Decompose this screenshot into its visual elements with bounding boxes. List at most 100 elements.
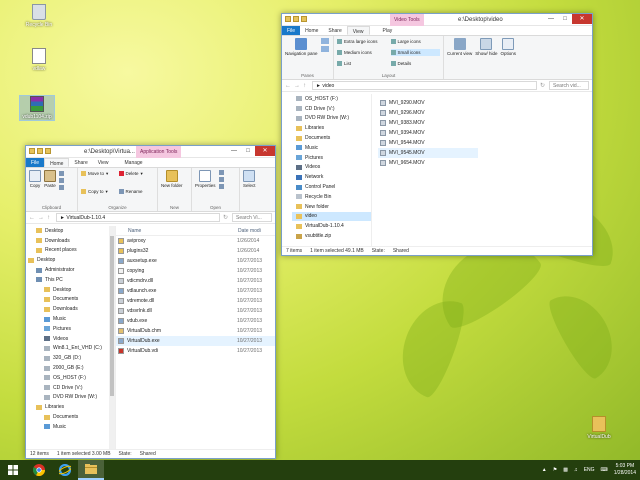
file-row[interactable]: MVI_9544.MOV (378, 138, 478, 148)
copy-to-button[interactable]: Copy to ▾ (81, 188, 117, 195)
file-row[interactable]: vdremote.dll 10/27/2013 (116, 296, 275, 306)
search-input[interactable]: Search Vi... (232, 213, 272, 222)
tab-file[interactable]: File (282, 26, 301, 35)
close-button[interactable]: ✕ (255, 146, 275, 156)
paste-shortcut-icon[interactable] (59, 185, 64, 190)
nav-item-new-folder[interactable]: New folder (292, 202, 371, 212)
tab-view[interactable]: View (346, 26, 370, 35)
folder-icon[interactable] (29, 148, 35, 154)
back-icon[interactable]: ← (285, 83, 291, 89)
tab-file[interactable]: File (26, 158, 45, 167)
tab-share[interactable]: Share (323, 26, 346, 35)
file-row[interactable]: MVI_9654.MOV (378, 158, 478, 168)
keyboard-icon[interactable]: ⌨ (601, 467, 608, 473)
flag-icon[interactable]: ⚑ (553, 467, 557, 473)
nav-item-downloads[interactable]: Downloads (26, 304, 115, 314)
tab-share[interactable]: Share (69, 158, 92, 167)
new-folder-button[interactable]: New folder (161, 170, 183, 188)
column-date[interactable]: Date modi (238, 228, 261, 234)
nav-item-cd-drive-v[interactable]: CD Drive (V:) (292, 104, 371, 114)
taskbar-chrome[interactable] (26, 460, 52, 480)
taskbar-internet-explorer[interactable] (52, 460, 78, 480)
nav-item-documents[interactable]: Documents (292, 133, 371, 143)
nav-item-desktop[interactable]: Desktop (26, 255, 115, 265)
nav-item-this-pc[interactable]: This PC (26, 275, 115, 285)
nav-item-dvd-rw-drive-w[interactable]: DVD RW Drive (W:) (26, 393, 115, 403)
nav-item-documents[interactable]: Documents (26, 295, 115, 305)
file-row[interactable]: VirtualDub.vdi 10/27/2013 (116, 346, 275, 356)
tab-home[interactable]: Home (44, 158, 70, 167)
file-row[interactable]: VirtualDub.chm 10/27/2013 (116, 326, 275, 336)
navigation-pane-button[interactable]: Navigation pane (285, 38, 318, 56)
file-row[interactable]: auxsetup.exe 10/27/2013 (116, 256, 275, 266)
properties-icon[interactable] (293, 16, 299, 22)
network-icon[interactable]: ▩ (563, 467, 568, 473)
nav-item-desktop[interactable]: Desktop (26, 226, 115, 236)
layout-small-icons[interactable]: Small icons (390, 49, 440, 56)
nav-item-video[interactable]: video (292, 211, 371, 222)
nav-item-desktop[interactable]: Desktop (26, 285, 115, 295)
nav-item-videos[interactable]: Videos (26, 334, 115, 344)
edit-icon[interactable] (218, 177, 224, 182)
tab-manage[interactable]: Manage (120, 158, 148, 167)
forward-icon[interactable]: → (38, 215, 44, 221)
nav-item-320-gb-d[interactable]: 320_GB (D:) (26, 353, 115, 363)
maximize-button[interactable]: □ (241, 146, 255, 156)
address-path[interactable]: ► VirtualDub-1.10.4 (56, 213, 220, 222)
file-row[interactable]: MVI_9545.MOV (378, 148, 478, 158)
layout-list[interactable]: List (337, 60, 387, 67)
taskbar-file-explorer[interactable] (78, 460, 104, 480)
properties-icon[interactable] (37, 148, 43, 154)
nav-item-dvd-rw-drive-w[interactable]: DVD RW Drive (W:) (292, 114, 371, 124)
folder-icon[interactable] (285, 16, 291, 22)
copy-button[interactable]: Copy (29, 170, 41, 188)
nav-item-music[interactable]: Music (26, 422, 115, 432)
layout-details[interactable]: Details (390, 60, 441, 67)
paste-button[interactable]: Paste (44, 170, 56, 188)
refresh-icon[interactable]: ↻ (540, 82, 546, 89)
file-row[interactable]: MVI_9394.MOV (378, 128, 478, 138)
back-icon[interactable]: ← (29, 215, 35, 221)
rename-button[interactable]: Rename (118, 188, 155, 195)
file-row[interactable]: plugins32 1/26/2014 (116, 246, 275, 256)
file-row[interactable]: vdub.exe 10/27/2013 (116, 316, 275, 326)
nav-item-os-host-f[interactable]: OS_HOST (F:) (26, 373, 115, 383)
nav-item-libraries[interactable]: Libraries (26, 402, 115, 412)
nav-item-music[interactable]: Music (26, 314, 115, 324)
nav-item-os-host-f[interactable]: OS_HOST (F:) (292, 94, 371, 104)
desktop-icon-recycle-bin[interactable]: Recycle Bin (22, 4, 56, 28)
file-row[interactable]: vdsvrlnk.dll 10/27/2013 (116, 306, 275, 316)
file-row[interactable]: vdlaunch.exe 10/27/2013 (116, 286, 275, 296)
tab-home[interactable]: Home (300, 26, 323, 35)
properties-button[interactable]: Properties (195, 170, 216, 188)
new-folder-icon[interactable] (301, 16, 307, 22)
minimize-button[interactable]: — (227, 146, 241, 156)
options-button[interactable]: Options (501, 38, 516, 56)
nav-item-pictures[interactable]: Pictures (292, 153, 371, 163)
nav-item-network[interactable]: Network (292, 172, 371, 182)
volume-icon[interactable]: ♫ (574, 467, 578, 473)
tab-view[interactable]: View (93, 158, 114, 167)
nav-item-music[interactable]: Music (292, 143, 371, 153)
file-row[interactable]: MVI_9383.MOV (378, 118, 478, 128)
tab-play[interactable]: Play (378, 26, 398, 35)
desktop-icon-vdub-zip[interactable]: vdub1104.zip (19, 95, 55, 121)
copy-path-icon[interactable] (59, 178, 64, 183)
layout-large-icons[interactable]: Large icons (390, 38, 441, 45)
select-button[interactable]: Select (243, 170, 256, 188)
column-name[interactable]: Name (116, 228, 238, 234)
open-icon[interactable] (218, 170, 224, 175)
nav-item-documents[interactable]: Documents (26, 412, 115, 422)
show-hidden-icons[interactable]: ▲ (542, 467, 547, 473)
layout-medium-icons[interactable]: Medium icons (337, 49, 387, 56)
nav-item-control-panel[interactable]: Control Panel (292, 182, 371, 192)
cut-icon[interactable] (59, 171, 64, 176)
clock[interactable]: 5:03 PM 1/28/2014 (614, 463, 636, 477)
show-hide-button[interactable]: Show/ hide (475, 38, 498, 56)
nav-item-administrator[interactable]: Administrator (26, 265, 115, 275)
history-icon[interactable] (218, 184, 224, 189)
language-indicator[interactable]: ENG (584, 467, 595, 473)
maximize-button[interactable]: □ (558, 14, 572, 24)
address-path[interactable]: ► video (312, 81, 537, 90)
scrollbar-thumb[interactable] (110, 236, 114, 396)
